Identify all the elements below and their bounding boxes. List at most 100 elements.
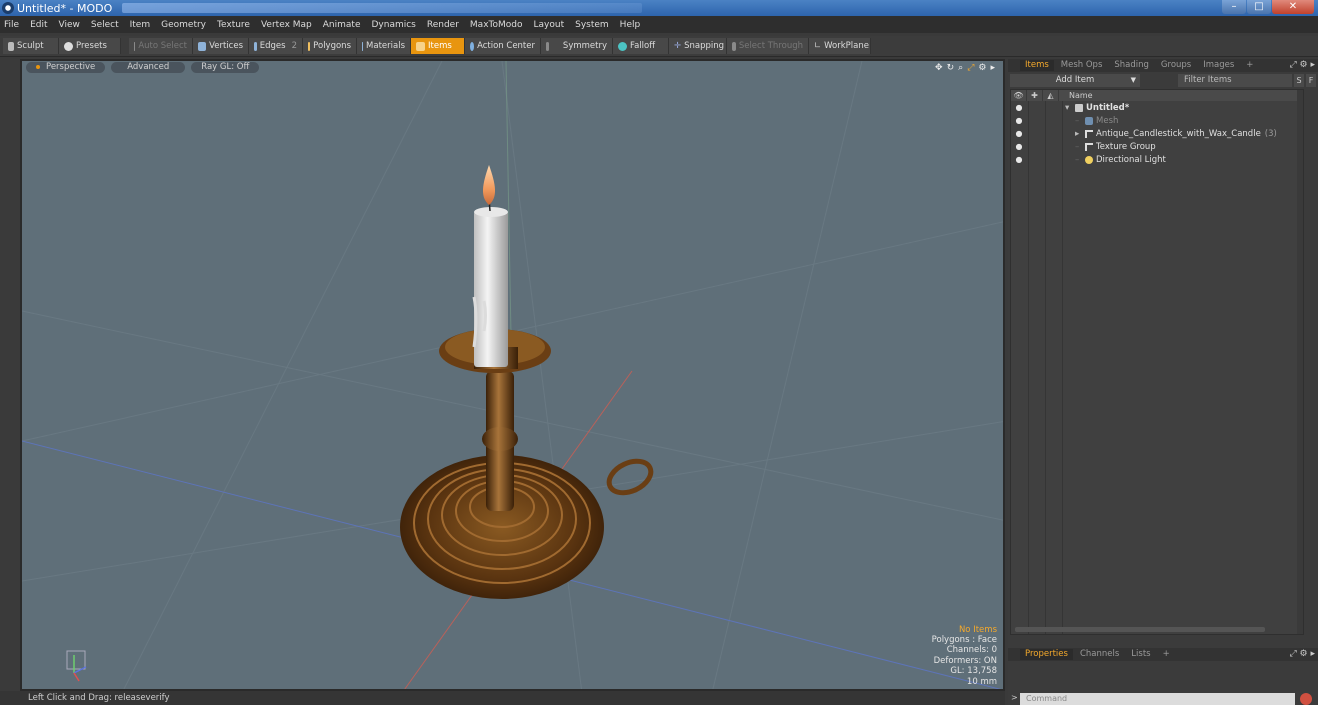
candlestick-model[interactable]: [400, 165, 656, 599]
tab-mesh-ops[interactable]: Mesh Ops: [1056, 60, 1108, 71]
menu-layout[interactable]: Layout: [534, 20, 565, 30]
menu-animate[interactable]: Animate: [323, 20, 361, 30]
auto-select-button[interactable]: Auto Select: [129, 38, 193, 54]
name-column-header[interactable]: Name: [1059, 91, 1093, 100]
viewport-shading-tab[interactable]: Advanced: [111, 62, 186, 73]
viewport-more-icon[interactable]: ▸: [990, 63, 995, 73]
tree-row-directional-light[interactable]: ● – Directional Light: [1011, 153, 1303, 166]
select-through-button[interactable]: Select Through: [727, 38, 809, 54]
eye-icon[interactable]: ●: [1011, 116, 1027, 125]
menu-geometry[interactable]: Geometry: [161, 20, 206, 30]
expand-icon[interactable]: ▸: [1075, 129, 1085, 139]
symmetry-button[interactable]: Symmetry: [541, 38, 613, 54]
visibility-column-icon[interactable]: 👁: [1011, 90, 1027, 101]
tab-images[interactable]: Images: [1198, 60, 1239, 71]
tab-lists[interactable]: Lists: [1126, 649, 1155, 660]
maximize-viewport-icon[interactable]: ⤢: [967, 63, 974, 73]
menu-select[interactable]: Select: [91, 20, 119, 30]
workplane-button[interactable]: ∟ WorkPlane: [809, 38, 871, 54]
filter-f-button[interactable]: F: [1306, 74, 1316, 87]
zoom-icon[interactable]: ⌕: [958, 63, 963, 73]
filter-s-button[interactable]: S: [1294, 74, 1304, 87]
menu-system[interactable]: System: [575, 20, 609, 30]
rotate-icon[interactable]: ↻: [947, 63, 955, 73]
action-center-button[interactable]: Action Center: [465, 38, 541, 54]
viewport-settings-icon[interactable]: ⚙: [978, 63, 986, 73]
pan-icon[interactable]: ✥: [935, 63, 943, 73]
eye-icon[interactable]: ●: [1011, 103, 1027, 112]
items-toolbar: Add Item ▼ Filter Items S F: [1008, 73, 1318, 88]
maximize-button[interactable]: □: [1247, 0, 1271, 14]
stat-gl: GL: 13,758: [950, 666, 997, 677]
viewport-raygl-tab[interactable]: Ray GL: Off: [191, 62, 260, 73]
menu-maxtomodo[interactable]: MaxToModo: [470, 20, 523, 30]
add-tab-button[interactable]: +: [1158, 649, 1175, 660]
menu-item[interactable]: Item: [130, 20, 151, 30]
minimize-button[interactable]: –: [1222, 0, 1246, 14]
tree-item-label: Untitled*: [1086, 102, 1130, 113]
menu-file[interactable]: File: [4, 20, 19, 30]
command-history-button[interactable]: [1300, 693, 1312, 705]
menu-bar: File Edit View Select Item Geometry Text…: [0, 16, 1318, 33]
tab-items[interactable]: Items: [1020, 60, 1054, 71]
materials-button[interactable]: Materials: [357, 38, 411, 54]
viewport-perspective-tab[interactable]: Perspective: [26, 62, 106, 73]
tree-row-candlestick[interactable]: ● ▸ Antique_Candlestick_with_Wax_Candle …: [1011, 127, 1303, 140]
command-prompt: >: [1011, 693, 1018, 702]
render-column-icon[interactable]: ◭: [1043, 90, 1059, 101]
menu-dynamics[interactable]: Dynamics: [371, 20, 415, 30]
tree-branch-icon: –: [1075, 115, 1080, 126]
tab-channels[interactable]: Channels: [1075, 649, 1124, 660]
left-gutter: [0, 59, 20, 691]
texture-group-icon: [1085, 142, 1093, 151]
eye-icon[interactable]: ●: [1011, 129, 1027, 138]
viewport-scene[interactable]: [22, 61, 1005, 691]
edges-icon: [254, 41, 257, 51]
menu-help[interactable]: Help: [620, 20, 641, 30]
tree-row-mesh[interactable]: ● – Mesh: [1011, 114, 1303, 127]
tree-item-label: Texture Group: [1096, 141, 1156, 152]
3d-viewport[interactable]: Perspective Advanced Ray GL: Off ✥ ↻ ⌕ ⤢…: [20, 59, 1005, 691]
menu-view[interactable]: View: [59, 20, 80, 30]
snapping-button[interactable]: ✛ Snapping: [669, 38, 727, 54]
tree-vertical-scrollbar[interactable]: [1297, 90, 1303, 634]
title-path-blur: [122, 3, 643, 13]
symmetry-icon: [546, 41, 549, 51]
viewport-header: Perspective Advanced Ray GL: Off: [22, 61, 1003, 74]
tab-shading[interactable]: Shading: [1109, 60, 1154, 71]
action-center-icon: [470, 41, 475, 51]
command-input[interactable]: Command: [1020, 693, 1295, 705]
tab-groups[interactable]: Groups: [1156, 60, 1196, 71]
filter-items-input[interactable]: Filter Items: [1178, 74, 1292, 87]
tree-horizontal-scrollbar[interactable]: [1015, 627, 1265, 632]
eye-icon[interactable]: ●: [1011, 142, 1027, 151]
title-bar: Untitled* - MODO – □ ✕: [0, 0, 1318, 16]
sculpt-button[interactable]: Sculpt: [3, 38, 59, 54]
items-mode-button[interactable]: Items: [411, 38, 465, 54]
menu-edit[interactable]: Edit: [30, 20, 47, 30]
edges-button[interactable]: Edges 2: [249, 38, 303, 54]
properties-options-icons[interactable]: ⤢ ⚙ ▸: [1289, 649, 1315, 659]
add-item-dropdown[interactable]: Add Item ▼: [1010, 74, 1140, 87]
menu-vertex-map[interactable]: Vertex Map: [261, 20, 312, 30]
menu-texture[interactable]: Texture: [217, 20, 250, 30]
lock-column-icon[interactable]: ✚: [1027, 90, 1043, 101]
close-button[interactable]: ✕: [1272, 0, 1314, 14]
item-tree[interactable]: 👁 ✚ ◭ Name ● ▾ Untitled* ● – Mesh ● ▸ An…: [1010, 89, 1304, 635]
tab-properties[interactable]: Properties: [1020, 649, 1073, 660]
panel-options-icons[interactable]: ⤢ ⚙ ▸: [1289, 60, 1315, 70]
tree-header: 👁 ✚ ◭ Name: [1011, 90, 1303, 101]
tree-row-texture-group[interactable]: ● – Texture Group: [1011, 140, 1303, 153]
tree-row-scene[interactable]: ● ▾ Untitled*: [1011, 101, 1303, 114]
add-tab-button[interactable]: +: [1241, 60, 1258, 71]
stat-scale: 10 mm: [966, 676, 997, 687]
vertices-icon: [198, 41, 207, 51]
vertices-button[interactable]: Vertices: [193, 38, 249, 54]
menu-render[interactable]: Render: [427, 20, 459, 30]
eye-icon[interactable]: ●: [1011, 155, 1027, 164]
polygons-button[interactable]: Polygons: [303, 38, 357, 54]
expand-icon[interactable]: ▾: [1065, 103, 1075, 113]
presets-button[interactable]: Presets: [59, 38, 121, 54]
falloff-button[interactable]: Falloff: [613, 38, 669, 54]
brush-icon: [8, 41, 14, 51]
